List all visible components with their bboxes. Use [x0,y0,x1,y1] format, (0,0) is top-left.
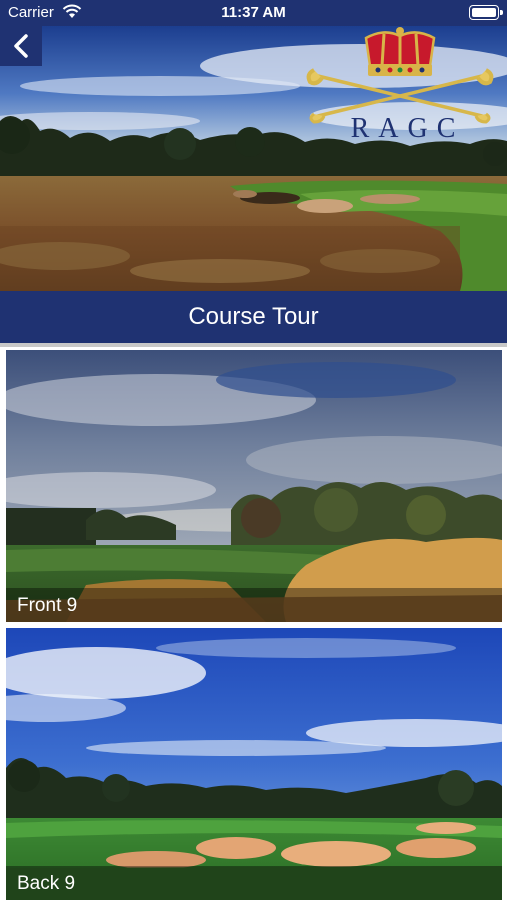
back-9-photo [6,628,502,900]
tour-card-front-9[interactable]: Front 9 [6,350,502,622]
tour-card-label: Front 9 [17,595,78,616]
status-time: 11:37 AM [221,4,286,21]
page-title-bar: Course Tour [0,291,507,343]
status-bar: Carrier 11:37 AM [0,0,507,26]
chevron-left-icon [14,34,28,58]
title-bar-divider [0,343,507,347]
crown-icon [364,27,436,76]
club-logo-text: RAGC [350,113,465,144]
battery-icon [469,5,503,20]
tour-card-label: Back 9 [17,873,76,894]
tour-card-caption: Back 9 [6,866,502,900]
tour-card-caption: Front 9 [6,588,502,622]
front-9-photo [6,350,502,622]
app-screen: { "status_bar": { "carrier": "Carrier", … [0,0,507,900]
page-title: Course Tour [188,303,319,330]
tour-card-back-9[interactable]: Back 9 [6,628,502,900]
back-button[interactable] [0,26,42,66]
